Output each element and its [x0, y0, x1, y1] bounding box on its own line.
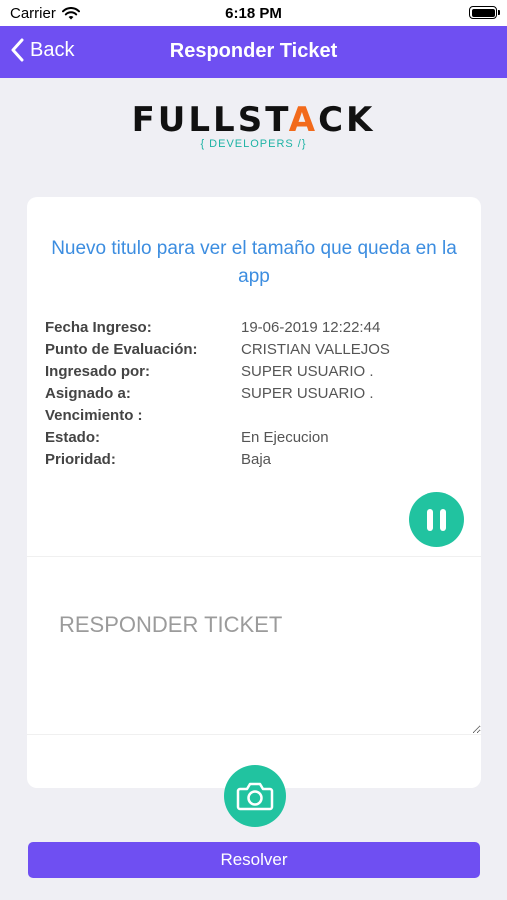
info-label: Estado:: [45, 429, 101, 446]
info-row-estado: Estado: En Ejecucion: [45, 427, 465, 449]
ticket-card: Nuevo titulo para ver el tamaño que qued…: [27, 197, 481, 788]
page-title: Responder Ticket: [169, 40, 338, 62]
divider: [27, 734, 481, 735]
ticket-title: Nuevo titulo para ver el tamaño que qued…: [51, 238, 457, 287]
info-label: Ingresado por:: [45, 363, 151, 380]
info-row-vencimiento: Vencimiento :: [45, 405, 465, 427]
divider: [27, 556, 481, 557]
logo-subtitle: { DEVELOPERS /}: [200, 138, 307, 150]
info-row-punto-evaluacion: Punto de Evaluación: CRISTIAN VALLEJOS: [45, 339, 465, 361]
status-bar: Carrier 6:18 PM: [0, 0, 507, 26]
info-label: Vencimiento :: [45, 407, 143, 424]
info-row-prioridad: Prioridad: Baja: [45, 449, 465, 471]
status-time: 6:18 PM: [225, 5, 282, 22]
battery-icon: [469, 6, 500, 19]
fullstack-logo: FULLSTACK { DEVELOPERS /}: [0, 100, 507, 150]
info-row-ingresado-por: Ingresado por: SUPER USUARIO .: [45, 361, 465, 383]
info-value: SUPER USUARIO .: [241, 363, 374, 380]
info-value: SUPER USUARIO .: [241, 385, 374, 402]
info-row-fecha-ingreso: Fecha Ingreso: 19-06-2019 12:22:44: [45, 317, 465, 339]
resolve-button[interactable]: Resolver: [28, 842, 480, 878]
info-label: Prioridad:: [45, 451, 116, 468]
ticket-info-list: Fecha Ingreso: 19-06-2019 12:22:44 Punto…: [45, 317, 465, 471]
info-label: Asignado a:: [45, 385, 131, 402]
info-value: CRISTIAN VALLEJOS: [241, 341, 390, 358]
pause-icon: [427, 508, 446, 531]
info-value: Baja: [241, 451, 272, 468]
info-label: Punto de Evaluación:: [45, 341, 198, 358]
info-value: En Ejecucion: [241, 429, 329, 446]
reply-input[interactable]: [27, 562, 481, 734]
pause-button[interactable]: [409, 492, 464, 547]
info-label: Fecha Ingreso:: [45, 319, 152, 336]
navigation-bar: Back Responder Ticket: [0, 26, 507, 78]
camera-button[interactable]: [224, 765, 286, 827]
camera-icon: [236, 782, 274, 811]
info-row-asignado-a: Asignado a: SUPER USUARIO .: [45, 383, 465, 405]
info-value: 19-06-2019 12:22:44: [241, 319, 381, 336]
logo-wordmark: FULLSTACK: [131, 100, 376, 140]
